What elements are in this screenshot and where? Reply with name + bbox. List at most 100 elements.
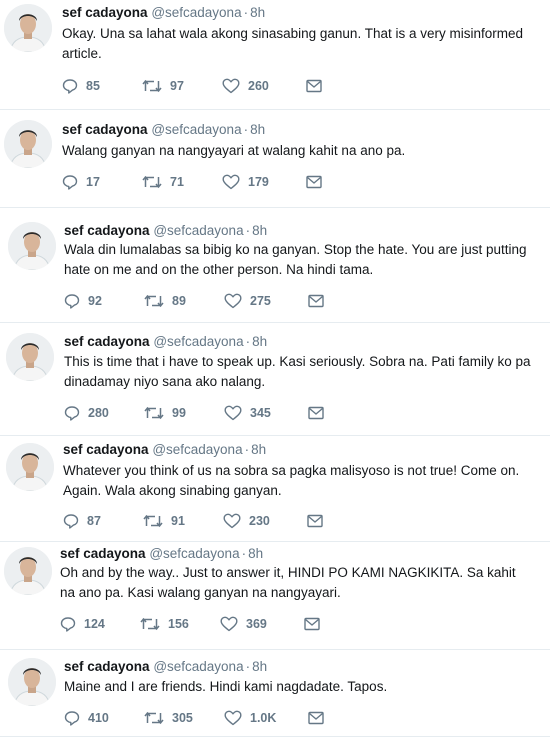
retweet-button[interactable]: 305 [144, 708, 193, 728]
direct-message-button[interactable] [306, 76, 330, 96]
tweet-header: sef cadayona @sefcadayona · 8h [60, 545, 263, 563]
display-name[interactable]: sef cadayona [62, 122, 148, 137]
retweet-count: 156 [168, 617, 189, 631]
display-name[interactable]: sef cadayona [62, 5, 148, 20]
tweet-text: Whatever you think of us na sobra sa pag… [63, 463, 520, 498]
reply-button[interactable]: 124 [60, 614, 105, 634]
heart-icon [223, 513, 249, 529]
tweet-7[interactable]: sef cadayona @sefcadayona · 8h Maine and I … [0, 650, 550, 737]
retweet-button[interactable]: 89 [144, 291, 186, 311]
like-button[interactable]: 179 [222, 172, 269, 192]
retweet-count: 99 [172, 406, 186, 420]
retweet-count: 89 [172, 294, 186, 308]
display-name[interactable]: sef cadayona [64, 659, 150, 674]
user-handle[interactable]: @sefcadayona [153, 334, 243, 349]
tweet-text: Walang ganyan na nangyayari at walang ka… [62, 143, 406, 158]
tweet-2[interactable]: sef cadayona @sefcadayona · 8h Walang ganya… [0, 110, 550, 208]
retweet-count: 71 [170, 175, 184, 189]
user-handle[interactable]: @sefcadayona [151, 5, 241, 20]
reply-button[interactable]: 85 [62, 76, 100, 96]
timestamp[interactable]: 8h [250, 122, 265, 137]
avatar[interactable] [8, 222, 56, 270]
reply-button[interactable]: 410 [64, 708, 109, 728]
avatar[interactable] [6, 443, 54, 491]
reply-icon [64, 293, 88, 309]
retweet-icon [142, 174, 170, 190]
timestamp[interactable]: 8h [250, 5, 265, 20]
reply-button[interactable]: 87 [63, 511, 101, 531]
reply-button[interactable]: 92 [64, 291, 102, 311]
heart-icon [222, 78, 248, 94]
tweet-actions: 17 71 179 [62, 172, 362, 192]
timestamp[interactable]: 8h [252, 659, 267, 674]
timestamp[interactable]: 8h [252, 334, 267, 349]
direct-message-button[interactable] [304, 614, 328, 634]
tweet-1[interactable]: sef cadayona @sefcadayona · 8h Okay. Una sa… [0, 0, 550, 110]
tweet-3[interactable]: sef cadayona @sefcadayona · 8h Wala din lum… [0, 208, 550, 323]
user-handle[interactable]: @sefcadayona [149, 546, 239, 561]
envelope-icon [308, 406, 332, 420]
envelope-icon [307, 514, 331, 528]
retweet-button[interactable]: 99 [144, 403, 186, 423]
tweet-5[interactable]: sef cadayona @sefcadayona · 8h Whatever you… [0, 436, 550, 542]
direct-message-button[interactable] [307, 511, 331, 531]
tweet-actions: 85 97 260 [62, 76, 362, 96]
like-button[interactable]: 260 [222, 76, 269, 96]
reply-count: 92 [88, 294, 102, 308]
avatar[interactable] [6, 333, 54, 381]
reply-button[interactable]: 280 [64, 403, 109, 423]
user-handle[interactable]: @sefcadayona [153, 223, 243, 238]
reply-count: 17 [86, 175, 100, 189]
display-name[interactable]: sef cadayona [63, 442, 149, 457]
reply-count: 280 [88, 406, 109, 420]
tweet-6[interactable]: sef cadayona @sefcadayona · 8h Oh and by th… [0, 542, 550, 650]
retweet-icon [144, 405, 172, 421]
avatar[interactable] [4, 120, 52, 168]
user-handle[interactable]: @sefcadayona [153, 659, 243, 674]
avatar[interactable] [8, 658, 56, 706]
retweet-button[interactable]: 71 [142, 172, 184, 192]
timestamp[interactable]: 8h [248, 546, 263, 561]
reply-count: 87 [87, 514, 101, 528]
separator-dot: · [245, 659, 251, 674]
retweet-button[interactable]: 156 [140, 614, 189, 634]
display-name[interactable]: sef cadayona [64, 223, 150, 238]
separator-dot: · [244, 442, 250, 457]
direct-message-button[interactable] [308, 291, 332, 311]
tweet-4[interactable]: sef cadayona @sefcadayona · 8h This is time… [0, 323, 550, 436]
tweet-text: Maine and I are friends. Hindi kami nagd… [64, 679, 388, 694]
like-button[interactable]: 230 [223, 511, 270, 531]
like-button[interactable]: 345 [224, 403, 271, 423]
timestamp[interactable]: 8h [251, 442, 266, 457]
heart-icon [224, 293, 250, 309]
reply-count: 410 [88, 711, 109, 725]
direct-message-button[interactable] [308, 403, 332, 423]
envelope-icon [304, 617, 328, 631]
separator-dot: · [245, 334, 251, 349]
like-button[interactable]: 369 [220, 614, 267, 634]
tweet-text: Oh and by the way.. Just to answer it, H… [60, 565, 516, 600]
display-name[interactable]: sef cadayona [64, 334, 150, 349]
separator-dot: · [241, 546, 247, 561]
reply-button[interactable]: 17 [62, 172, 100, 192]
avatar[interactable] [4, 547, 52, 595]
display-name[interactable]: sef cadayona [60, 546, 146, 561]
user-handle[interactable]: @sefcadayona [152, 442, 242, 457]
like-button[interactable]: 1.0K [224, 708, 276, 728]
retweet-icon [144, 293, 172, 309]
timestamp[interactable]: 8h [252, 223, 267, 238]
like-count: 230 [249, 514, 270, 528]
retweet-button[interactable]: 97 [142, 76, 184, 96]
like-button[interactable]: 275 [224, 291, 271, 311]
heart-icon [222, 174, 248, 190]
direct-message-button[interactable] [308, 708, 332, 728]
heart-icon [224, 405, 250, 421]
tweet-header: sef cadayona @sefcadayona · 8h [62, 121, 265, 139]
retweet-count: 91 [171, 514, 185, 528]
envelope-icon [306, 175, 330, 189]
retweet-button[interactable]: 91 [143, 511, 185, 531]
direct-message-button[interactable] [306, 172, 330, 192]
like-count: 179 [248, 175, 269, 189]
avatar[interactable] [4, 4, 52, 52]
user-handle[interactable]: @sefcadayona [151, 122, 241, 137]
